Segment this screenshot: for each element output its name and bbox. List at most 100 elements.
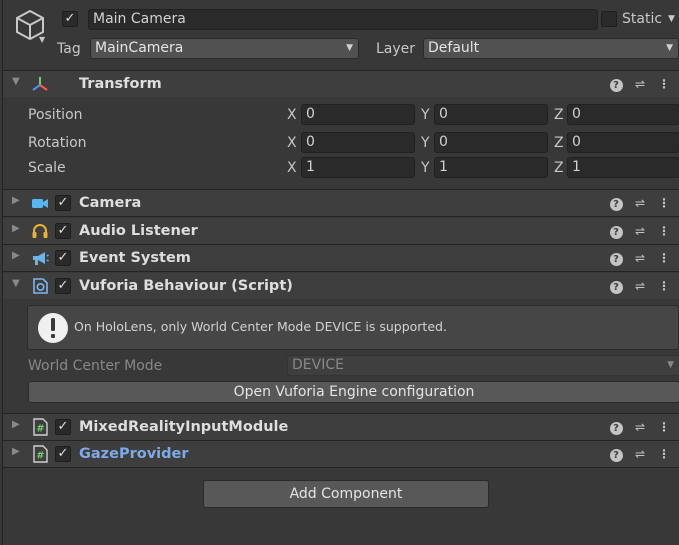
mrtk-input-module-title: MixedRealityInputModule bbox=[79, 419, 289, 435]
foldout-collapsed-icon[interactable]: ▶ bbox=[12, 419, 20, 430]
static-toggle[interactable]: ✓ bbox=[601, 11, 617, 27]
audio-listener-header[interactable]: ▶ ✓ Audio Listener ? ⇌ ⋮ bbox=[3, 218, 679, 244]
audio-listener-enabled-toggle[interactable]: ✓ bbox=[55, 223, 71, 239]
video-camera-icon bbox=[32, 199, 48, 208]
vuforia-behaviour-header[interactable]: ▼ ✓ Vuforia Behaviour (Script) ? ⇌ ⋮ bbox=[3, 273, 679, 299]
axis-x-label[interactable]: X bbox=[287, 158, 297, 178]
world-center-mode-label: World Center Mode bbox=[28, 358, 163, 374]
vuforia-script-icon bbox=[33, 278, 48, 294]
static-label: Static bbox=[622, 11, 663, 27]
kebab-menu-icon[interactable]: ⋮ bbox=[656, 446, 672, 462]
kebab-menu-icon[interactable]: ⋮ bbox=[656, 419, 672, 435]
rotation-z-field[interactable]: 0 bbox=[567, 132, 679, 153]
rotation-label: Rotation bbox=[28, 135, 87, 151]
vuforia-title: Vuforia Behaviour (Script) bbox=[79, 278, 293, 294]
axis-z-label[interactable]: Z bbox=[554, 133, 564, 153]
active-toggle[interactable]: ✓ bbox=[62, 11, 78, 27]
scale-z-field[interactable]: 1 bbox=[567, 157, 679, 178]
camera-header[interactable]: ▶ ✓ Camera ? ⇌ ⋮ bbox=[3, 190, 679, 216]
transform-header[interactable]: ▼ Transform ? ⇌ ⋮ bbox=[3, 71, 679, 97]
kebab-menu-icon[interactable]: ⋮ bbox=[656, 195, 672, 211]
rotation-x-field[interactable]: 0 bbox=[301, 132, 415, 153]
scale-x-field[interactable]: 1 bbox=[301, 157, 415, 178]
layer-value: Default bbox=[428, 40, 480, 56]
gaze-provider-title: GazeProvider bbox=[79, 446, 189, 462]
world-center-mode-value: DEVICE bbox=[292, 357, 344, 373]
preset-sliders-icon[interactable]: ⇌ bbox=[632, 446, 648, 462]
chevron-down-icon: ▼ bbox=[666, 43, 673, 53]
help-icon[interactable]: ? bbox=[608, 250, 624, 266]
event-system-title: Event System bbox=[79, 250, 191, 266]
inspector-panel: ▼ ✓ Main Camera ✓ Static ▼ Tag MainCamer… bbox=[2, 0, 679, 545]
foldout-collapsed-icon[interactable]: ▶ bbox=[12, 446, 20, 457]
svg-text:#: # bbox=[36, 424, 44, 435]
kebab-menu-icon[interactable]: ⋮ bbox=[656, 278, 672, 294]
help-icon[interactable]: ? bbox=[608, 446, 624, 462]
axis-z-label[interactable]: Z bbox=[554, 105, 564, 125]
transform-axes-icon bbox=[32, 77, 48, 91]
foldout-collapsed-icon[interactable]: ▶ bbox=[12, 223, 20, 234]
add-component-button[interactable]: Add Component bbox=[203, 480, 489, 508]
preset-sliders-icon[interactable]: ⇌ bbox=[632, 250, 648, 266]
help-icon[interactable]: ? bbox=[608, 419, 624, 435]
divider bbox=[3, 271, 679, 272]
axis-y-label[interactable]: Y bbox=[421, 158, 430, 178]
headphones-icon bbox=[32, 224, 48, 238]
transform-title: Transform bbox=[79, 76, 162, 92]
event-system-enabled-toggle[interactable]: ✓ bbox=[55, 250, 71, 266]
svg-text:#: # bbox=[36, 451, 44, 462]
preset-sliders-icon[interactable]: ⇌ bbox=[632, 76, 648, 92]
chevron-down-icon[interactable]: ▼ bbox=[39, 35, 45, 44]
tag-dropdown[interactable]: MainCamera ▼ bbox=[90, 38, 359, 59]
kebab-menu-icon[interactable]: ⋮ bbox=[656, 76, 672, 92]
position-x-field[interactable]: 0 bbox=[301, 104, 415, 125]
layer-label: Layer bbox=[376, 41, 416, 57]
help-icon[interactable]: ? bbox=[608, 278, 624, 294]
scale-y-field[interactable]: 1 bbox=[434, 157, 548, 178]
megaphone-icon bbox=[33, 252, 49, 265]
preset-sliders-icon[interactable]: ⇌ bbox=[632, 195, 648, 211]
open-vuforia-config-button[interactable]: Open Vuforia Engine configuration bbox=[28, 381, 679, 403]
preset-sliders-icon[interactable]: ⇌ bbox=[632, 278, 648, 294]
static-dropdown-icon[interactable]: ▼ bbox=[668, 14, 675, 24]
foldout-collapsed-icon[interactable]: ▶ bbox=[12, 250, 20, 261]
axis-y-label[interactable]: Y bbox=[421, 133, 430, 153]
divider bbox=[3, 467, 679, 468]
gaze-provider-enabled-toggle[interactable]: ✓ bbox=[55, 446, 71, 462]
audio-listener-title: Audio Listener bbox=[79, 223, 198, 239]
layer-dropdown[interactable]: Default ▼ bbox=[423, 38, 679, 59]
mrtk-input-module-header[interactable]: ▶ # ✓ MixedRealityInputModule ? ⇌ ⋮ bbox=[3, 414, 679, 440]
foldout-expanded-icon[interactable]: ▼ bbox=[12, 76, 20, 87]
camera-enabled-toggle[interactable]: ✓ bbox=[55, 195, 71, 211]
position-z-field[interactable]: 0 bbox=[567, 104, 679, 125]
hash-script-icon: # bbox=[33, 445, 48, 463]
help-box: On HoloLens, only World Center Mode DEVI… bbox=[27, 305, 679, 350]
axis-y-label[interactable]: Y bbox=[421, 105, 430, 125]
preset-sliders-icon[interactable]: ⇌ bbox=[632, 419, 648, 435]
preset-sliders-icon[interactable]: ⇌ bbox=[632, 223, 648, 239]
help-icon[interactable]: ? bbox=[608, 76, 624, 92]
axis-x-label[interactable]: X bbox=[287, 105, 297, 125]
help-icon[interactable]: ? bbox=[608, 195, 624, 211]
tag-value: MainCamera bbox=[95, 40, 184, 56]
help-message: On HoloLens, only World Center Mode DEVI… bbox=[74, 319, 447, 334]
rotation-y-field[interactable]: 0 bbox=[434, 132, 548, 153]
axis-z-label[interactable]: Z bbox=[554, 158, 564, 178]
hash-script-icon: # bbox=[33, 418, 48, 436]
foldout-expanded-icon[interactable]: ▼ bbox=[12, 278, 20, 289]
gaze-provider-header[interactable]: ▶ # ✓ GazeProvider ? ⇌ ⋮ bbox=[3, 441, 679, 467]
tag-label: Tag bbox=[57, 41, 81, 57]
camera-title: Camera bbox=[79, 195, 142, 211]
foldout-collapsed-icon[interactable]: ▶ bbox=[12, 195, 20, 206]
position-label: Position bbox=[28, 107, 83, 123]
kebab-menu-icon[interactable]: ⋮ bbox=[656, 223, 672, 239]
name-field[interactable]: Main Camera bbox=[88, 9, 598, 30]
mrtk-input-module-enabled-toggle[interactable]: ✓ bbox=[55, 419, 71, 435]
divider bbox=[3, 216, 679, 217]
kebab-menu-icon[interactable]: ⋮ bbox=[656, 250, 672, 266]
event-system-header[interactable]: ▶ ✓ Event System ? ⇌ ⋮ bbox=[3, 245, 679, 271]
vuforia-enabled-toggle[interactable]: ✓ bbox=[55, 278, 71, 294]
position-y-field[interactable]: 0 bbox=[434, 104, 548, 125]
help-icon[interactable]: ? bbox=[608, 223, 624, 239]
axis-x-label[interactable]: X bbox=[287, 133, 297, 153]
